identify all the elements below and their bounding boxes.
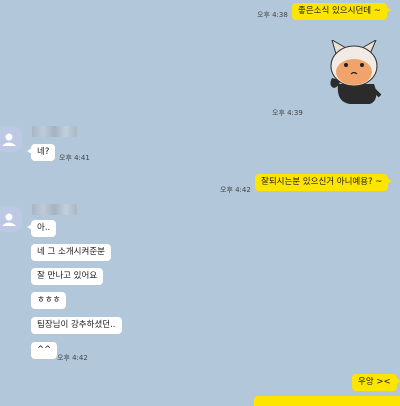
person-icon — [2, 213, 16, 226]
their-message-bubble[interactable]: 아.. — [26, 220, 57, 237]
their-message-bubble[interactable]: 팀장님이 강추하셨던.. — [31, 317, 122, 334]
my-message-bubble[interactable]: 좋은소식 있으시던데 ~ — [292, 3, 391, 20]
their-message-bubble[interactable]: ㅎㅎㅎ — [31, 292, 67, 309]
message-time: 오후 4:42 — [220, 186, 251, 194]
their-message-bubble[interactable]: 네 그 소개시켜준분 — [31, 244, 111, 261]
person-icon — [2, 133, 16, 146]
my-message-bubble[interactable]: 잘되시는분 있으신거 아니예용? ~ — [255, 174, 393, 191]
sender-name — [32, 204, 77, 215]
raccoon-sticker[interactable] — [322, 38, 384, 106]
message-time: 오후 4:38 — [257, 11, 288, 19]
my-message-bubble-partial[interactable] — [254, 396, 400, 406]
avatar[interactable] — [0, 206, 22, 232]
their-message-bubble[interactable]: 네? — [26, 144, 56, 161]
my-message-bubble[interactable]: 우앙 >< — [352, 374, 400, 391]
message-time: 오후 4:39 — [272, 109, 303, 117]
avatar[interactable] — [0, 126, 22, 152]
raccoon-sticker-image — [330, 38, 382, 104]
their-message-bubble[interactable]: 잘 만나고 있어요 — [31, 268, 104, 285]
sender-name — [32, 126, 77, 137]
their-message-bubble[interactable]: ^^ — [31, 342, 58, 359]
message-time: 오후 4:41 — [59, 154, 90, 162]
message-time: 오후 4:42 — [57, 354, 88, 362]
